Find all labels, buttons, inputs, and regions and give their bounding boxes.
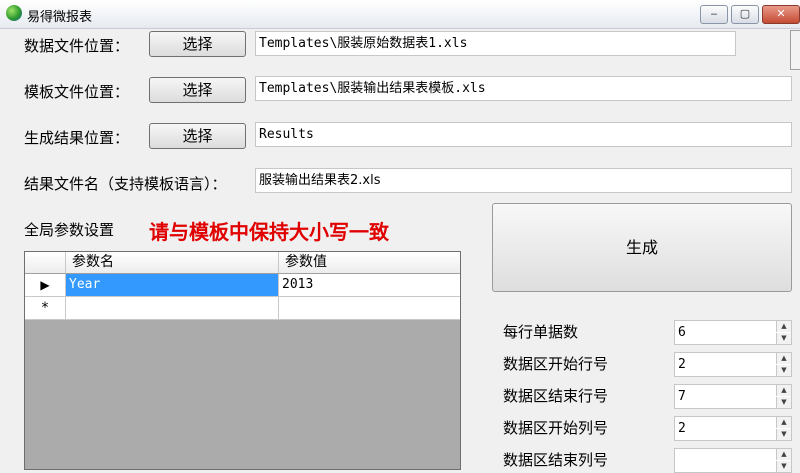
- stepper-down-icon[interactable]: ▼: [776, 429, 791, 440]
- template-file-input[interactable]: Templates\服装输出结果表模板.xls: [255, 76, 792, 101]
- param-value-cell[interactable]: 2013: [279, 274, 460, 297]
- param-name-cell[interactable]: Year: [66, 274, 279, 297]
- stepper-up-icon[interactable]: ▲: [776, 385, 791, 396]
- result-name-label: 结果文件名（支持模板语言）：: [24, 175, 227, 193]
- data-end-column-label: 数据区结束列号: [503, 451, 609, 469]
- app-logo-icon: [6, 5, 22, 21]
- stepper-down-icon[interactable]: ▼: [776, 461, 791, 472]
- new-row-indicator-icon[interactable]: *: [25, 297, 66, 320]
- close-button[interactable]: ✕: [762, 5, 800, 24]
- data-start-column-stepper[interactable]: 2 ▲ ▼: [674, 416, 792, 441]
- data-end-row-stepper[interactable]: 7 ▲ ▼: [674, 384, 792, 409]
- minimize-button[interactable]: ‒: [700, 5, 728, 24]
- data-start-row-stepper[interactable]: 2 ▲ ▼: [674, 352, 792, 377]
- case-warning-text: 请与模板中保持大小写一致: [149, 220, 389, 244]
- vertical-scrollbar[interactable]: [790, 30, 800, 70]
- data-start-column-value: 2: [678, 421, 686, 436]
- data-start-row-value: 2: [678, 357, 686, 372]
- result-name-input[interactable]: 服装输出结果表2.xls: [255, 168, 792, 193]
- result-path-input[interactable]: Results: [255, 122, 792, 147]
- current-row-indicator-icon[interactable]: ▶: [25, 274, 66, 297]
- data-file-input[interactable]: Templates\服装原始数据表1.xls: [255, 31, 736, 56]
- stepper-down-icon[interactable]: ▼: [776, 397, 791, 408]
- stepper-up-icon[interactable]: ▲: [776, 321, 791, 332]
- result-path-choose-button[interactable]: 选择: [149, 123, 246, 149]
- maximize-button[interactable]: ▢: [731, 5, 759, 24]
- title-bar: 易得微报表 ‒ ▢ ✕: [0, 0, 800, 29]
- data-file-label: 数据文件位置：: [24, 37, 130, 55]
- per-row-count-value: 6: [678, 325, 686, 340]
- template-file-label: 模板文件位置：: [24, 83, 130, 101]
- stepper-up-icon[interactable]: ▲: [776, 353, 791, 364]
- stepper-up-icon[interactable]: ▲: [776, 417, 791, 428]
- param-value-column-header[interactable]: 参数值: [279, 252, 460, 274]
- window-title: 易得微报表: [27, 10, 93, 25]
- new-param-value-cell[interactable]: [279, 297, 460, 320]
- grid-corner-header: [25, 252, 66, 274]
- stepper-down-icon[interactable]: ▼: [776, 365, 791, 376]
- data-end-row-value: 7: [678, 389, 686, 404]
- new-param-name-cell[interactable]: [66, 297, 279, 320]
- data-file-choose-button[interactable]: 选择: [149, 31, 246, 57]
- params-grid[interactable]: 参数名 参数值 ▶ Year 2013 *: [24, 251, 461, 470]
- param-name-column-header[interactable]: 参数名: [66, 252, 279, 274]
- template-file-choose-button[interactable]: 选择: [149, 77, 246, 103]
- stepper-down-icon[interactable]: ▼: [776, 333, 791, 344]
- data-end-row-label: 数据区结束行号: [503, 387, 609, 405]
- result-path-label: 生成结果位置：: [24, 129, 130, 147]
- stepper-up-icon[interactable]: ▲: [776, 449, 791, 460]
- data-start-column-label: 数据区开始列号: [503, 419, 609, 437]
- data-start-row-label: 数据区开始行号: [503, 355, 609, 373]
- per-row-count-label: 每行单据数: [503, 323, 579, 341]
- data-end-column-stepper[interactable]: ▲ ▼: [674, 448, 792, 473]
- global-params-label: 全局参数设置: [24, 221, 115, 239]
- per-row-count-stepper[interactable]: 6 ▲ ▼: [674, 320, 792, 345]
- generate-button[interactable]: 生成: [492, 203, 792, 292]
